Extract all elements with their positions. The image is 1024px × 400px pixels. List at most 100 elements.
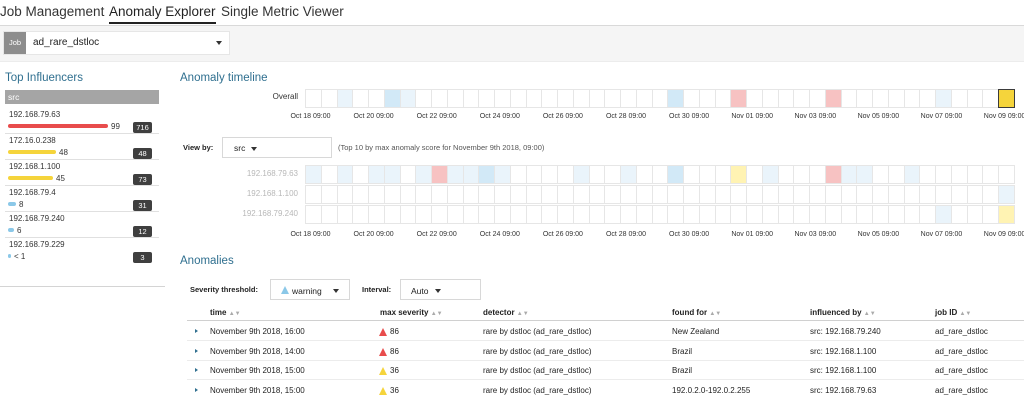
- overall-cell[interactable]: [872, 89, 889, 108]
- swimlane-cell[interactable]: [431, 205, 448, 224]
- column-header-influenced-by[interactable]: influenced by ▲▼: [810, 308, 876, 317]
- view-by-dropdown[interactable]: src: [222, 137, 332, 158]
- swimlane-cell[interactable]: [730, 165, 748, 184]
- overall-cell[interactable]: [714, 89, 732, 108]
- swimlane-cell[interactable]: [604, 165, 622, 184]
- swimlane-cell[interactable]: [982, 165, 1000, 184]
- swimlane-cell[interactable]: [809, 165, 826, 184]
- swimlane-cell[interactable]: [572, 165, 590, 184]
- swimlane-cell[interactable]: [383, 165, 401, 184]
- swimlane-cell[interactable]: [824, 185, 842, 204]
- swimlane-cell[interactable]: [368, 205, 385, 224]
- swimlane-cell[interactable]: [509, 165, 527, 184]
- swimlane-cell[interactable]: [856, 185, 874, 204]
- overall-cell[interactable]: [824, 89, 842, 108]
- column-header-detector[interactable]: detector ▲▼: [483, 308, 529, 317]
- swimlane-cell[interactable]: [494, 185, 511, 204]
- swimlane-cell[interactable]: [588, 165, 606, 184]
- swimlane-cell[interactable]: [824, 205, 842, 224]
- swimlane-cell[interactable]: [730, 205, 748, 224]
- swimlane-cell[interactable]: [635, 185, 653, 204]
- swimlane-cell[interactable]: [541, 165, 559, 184]
- swimlane-cell[interactable]: [856, 205, 874, 224]
- overall-cell[interactable]: [431, 89, 448, 108]
- swimlane-cell[interactable]: [887, 165, 905, 184]
- swimlane-cell[interactable]: [446, 165, 464, 184]
- swimlane-cell[interactable]: [856, 165, 874, 184]
- overall-cell[interactable]: [793, 89, 811, 108]
- overall-cell[interactable]: [746, 89, 763, 108]
- overall-cell[interactable]: [352, 89, 370, 108]
- swimlane-cell[interactable]: [793, 205, 811, 224]
- swimlane-cell[interactable]: [588, 205, 606, 224]
- swimlane-cell[interactable]: [651, 185, 669, 204]
- swimlane-cell[interactable]: [698, 165, 716, 184]
- swimlane-cell[interactable]: [383, 185, 401, 204]
- swimlane-row[interactable]: [305, 205, 1015, 224]
- swimlane-cell[interactable]: [557, 165, 574, 184]
- swimlane-cell[interactable]: [683, 185, 700, 204]
- swimlane-cell[interactable]: [998, 185, 1015, 204]
- swimlane-cell[interactable]: [746, 185, 763, 204]
- tab-anomaly-explorer[interactable]: Anomaly Explorer: [109, 4, 216, 24]
- swimlane-cell[interactable]: [557, 205, 574, 224]
- swimlane-cell[interactable]: [714, 205, 732, 224]
- swimlane-cell[interactable]: [935, 205, 952, 224]
- swimlane-cell[interactable]: [777, 185, 795, 204]
- overall-cell[interactable]: [635, 89, 653, 108]
- swimlane-cell[interactable]: [935, 165, 952, 184]
- overall-cell[interactable]: [572, 89, 590, 108]
- swimlane-cell[interactable]: [399, 185, 417, 204]
- swimlane-cell[interactable]: [793, 165, 811, 184]
- overall-cell[interactable]: [620, 89, 637, 108]
- expand-row-icon[interactable]: [195, 329, 198, 333]
- influencer-name[interactable]: 172.16.0.238: [9, 136, 56, 145]
- swimlane-cell[interactable]: [730, 185, 748, 204]
- swimlane-cell[interactable]: [620, 205, 637, 224]
- swimlane-cell[interactable]: [683, 205, 700, 224]
- swimlane-cell[interactable]: [352, 165, 370, 184]
- swimlane-cell[interactable]: [746, 165, 763, 184]
- swimlane-cell[interactable]: [478, 185, 496, 204]
- overall-cell[interactable]: [541, 89, 559, 108]
- swimlane-cell[interactable]: [982, 185, 1000, 204]
- swimlane-cell[interactable]: [305, 185, 322, 204]
- swimlane-cell[interactable]: [399, 205, 417, 224]
- overall-cell[interactable]: [982, 89, 1000, 108]
- influencer-name[interactable]: 192.168.79.240: [9, 214, 65, 223]
- swimlane-cell[interactable]: [572, 185, 590, 204]
- swimlane-cell[interactable]: [935, 185, 952, 204]
- swimlane-cell[interactable]: [667, 185, 685, 204]
- swimlane-cell[interactable]: [998, 205, 1015, 224]
- swimlane-cell[interactable]: [635, 165, 653, 184]
- column-header-time[interactable]: time ▲▼: [210, 308, 241, 317]
- swimlane-cell[interactable]: [336, 205, 354, 224]
- swimlane-cell[interactable]: [698, 185, 716, 204]
- swimlane-cell[interactable]: [336, 185, 354, 204]
- swimlane-cell[interactable]: [840, 165, 858, 184]
- swimlane-row[interactable]: [305, 185, 1015, 204]
- swimlane-cell[interactable]: [541, 205, 559, 224]
- overall-cell[interactable]: [887, 89, 905, 108]
- swimlane-cell[interactable]: [824, 165, 842, 184]
- swimlane-cell[interactable]: [572, 205, 590, 224]
- swimlane-cell[interactable]: [950, 205, 968, 224]
- overall-cell[interactable]: [604, 89, 622, 108]
- swimlane-cell[interactable]: [509, 185, 527, 204]
- swimlane-cell[interactable]: [305, 165, 322, 184]
- column-header-job-id[interactable]: job ID ▲▼: [935, 308, 971, 317]
- interval-dropdown[interactable]: Auto: [400, 279, 481, 300]
- swimlane-label[interactable]: 192.168.79.63: [188, 169, 298, 178]
- swimlane-cell[interactable]: [352, 185, 370, 204]
- swimlane-cell[interactable]: [478, 165, 496, 184]
- swimlane-cell[interactable]: [525, 205, 543, 224]
- overall-cell[interactable]: [667, 89, 685, 108]
- overall-cell[interactable]: [320, 89, 338, 108]
- swimlane-cell[interactable]: [761, 165, 779, 184]
- swimlane-cell[interactable]: [919, 165, 937, 184]
- expand-row-icon[interactable]: [195, 387, 198, 392]
- overall-cell[interactable]: [761, 89, 779, 108]
- swimlane-cell[interactable]: [761, 205, 779, 224]
- swimlane-cell[interactable]: [840, 205, 858, 224]
- swimlane-cell[interactable]: [320, 185, 338, 204]
